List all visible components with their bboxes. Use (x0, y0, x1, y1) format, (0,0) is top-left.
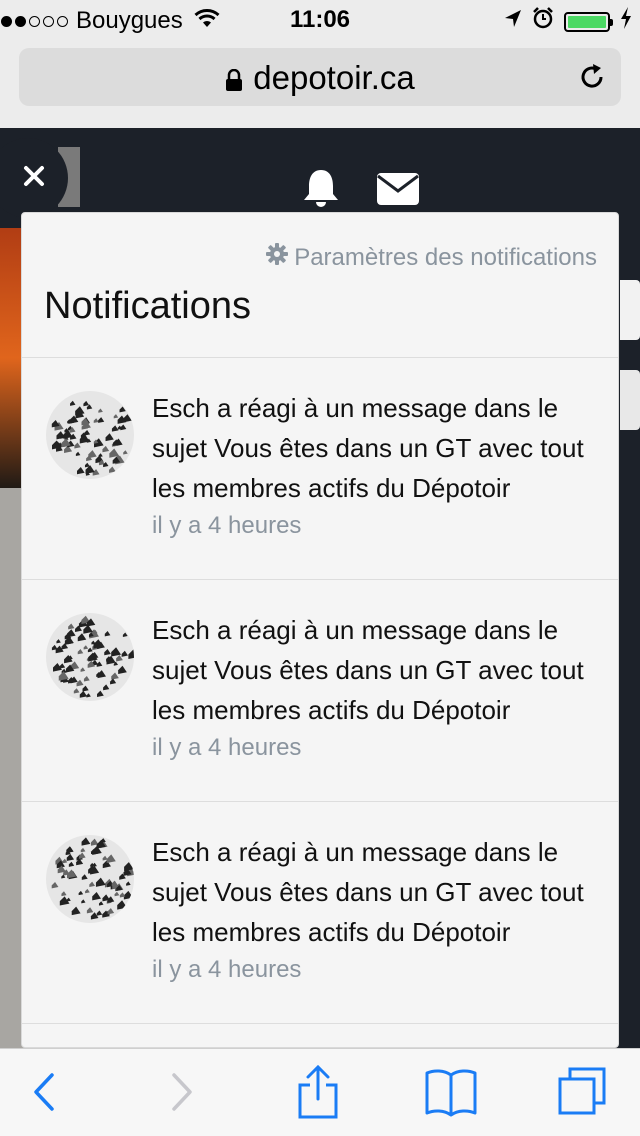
browser-toolbar (0, 1048, 640, 1136)
status-bar: Bouygues 11:06 (0, 0, 640, 40)
notification-item[interactable]: Esch a réagi à un message dans le sujet … (22, 358, 618, 580)
url-text: depotoir.ca (253, 59, 415, 96)
alarm-icon (532, 7, 554, 36)
background-edge (620, 280, 640, 340)
forward-icon[interactable] (168, 1069, 198, 1120)
bookmarks-icon[interactable] (424, 1067, 478, 1122)
notification-item[interactable]: Esch a réagi à un message dans le sujet … (22, 802, 618, 1024)
gear-icon (266, 243, 289, 272)
panel-title: Notifications (44, 285, 251, 327)
settings-link-label: Paramètres des notifications (294, 243, 597, 271)
notification-text: Esch a réagi à un message dans le sujet … (152, 393, 584, 503)
back-icon[interactable] (28, 1069, 58, 1120)
mail-icon[interactable] (376, 172, 420, 211)
tabs-icon[interactable] (556, 1065, 610, 1124)
avatar (46, 835, 134, 923)
avatar (46, 613, 134, 701)
notifications-dropdown: Paramètres des notifications Notificatio… (21, 212, 619, 1048)
reload-icon[interactable] (577, 62, 607, 97)
bell-icon[interactable] (299, 166, 343, 215)
background-edge-lower (620, 370, 640, 430)
notification-text: Esch a réagi à un message dans le sujet … (152, 837, 584, 947)
notification-text: Esch a réagi à un message dans le sujet … (152, 615, 584, 725)
charging-icon (620, 7, 632, 36)
browser-chrome: depotoir.ca (0, 40, 640, 128)
avatar (46, 391, 134, 479)
url-display[interactable]: depotoir.ca (19, 59, 621, 99)
location-icon (504, 8, 522, 36)
notifications-header: Paramètres des notifications Notificatio… (22, 213, 618, 358)
lock-icon (225, 61, 243, 99)
close-icon (23, 165, 45, 192)
battery-icon (564, 11, 613, 32)
notification-settings-link[interactable]: Paramètres des notifications (266, 243, 597, 272)
notification-time: il y a 4 heures (152, 956, 302, 983)
notification-item[interactable]: Esch a réagi à un message dans le sujet … (22, 580, 618, 802)
share-icon[interactable] (296, 1063, 340, 1124)
notification-time: il y a 4 heures (152, 734, 302, 761)
address-bar[interactable]: depotoir.ca (19, 48, 621, 106)
status-right (504, 7, 632, 36)
notification-time: il y a 4 heures (152, 512, 302, 539)
